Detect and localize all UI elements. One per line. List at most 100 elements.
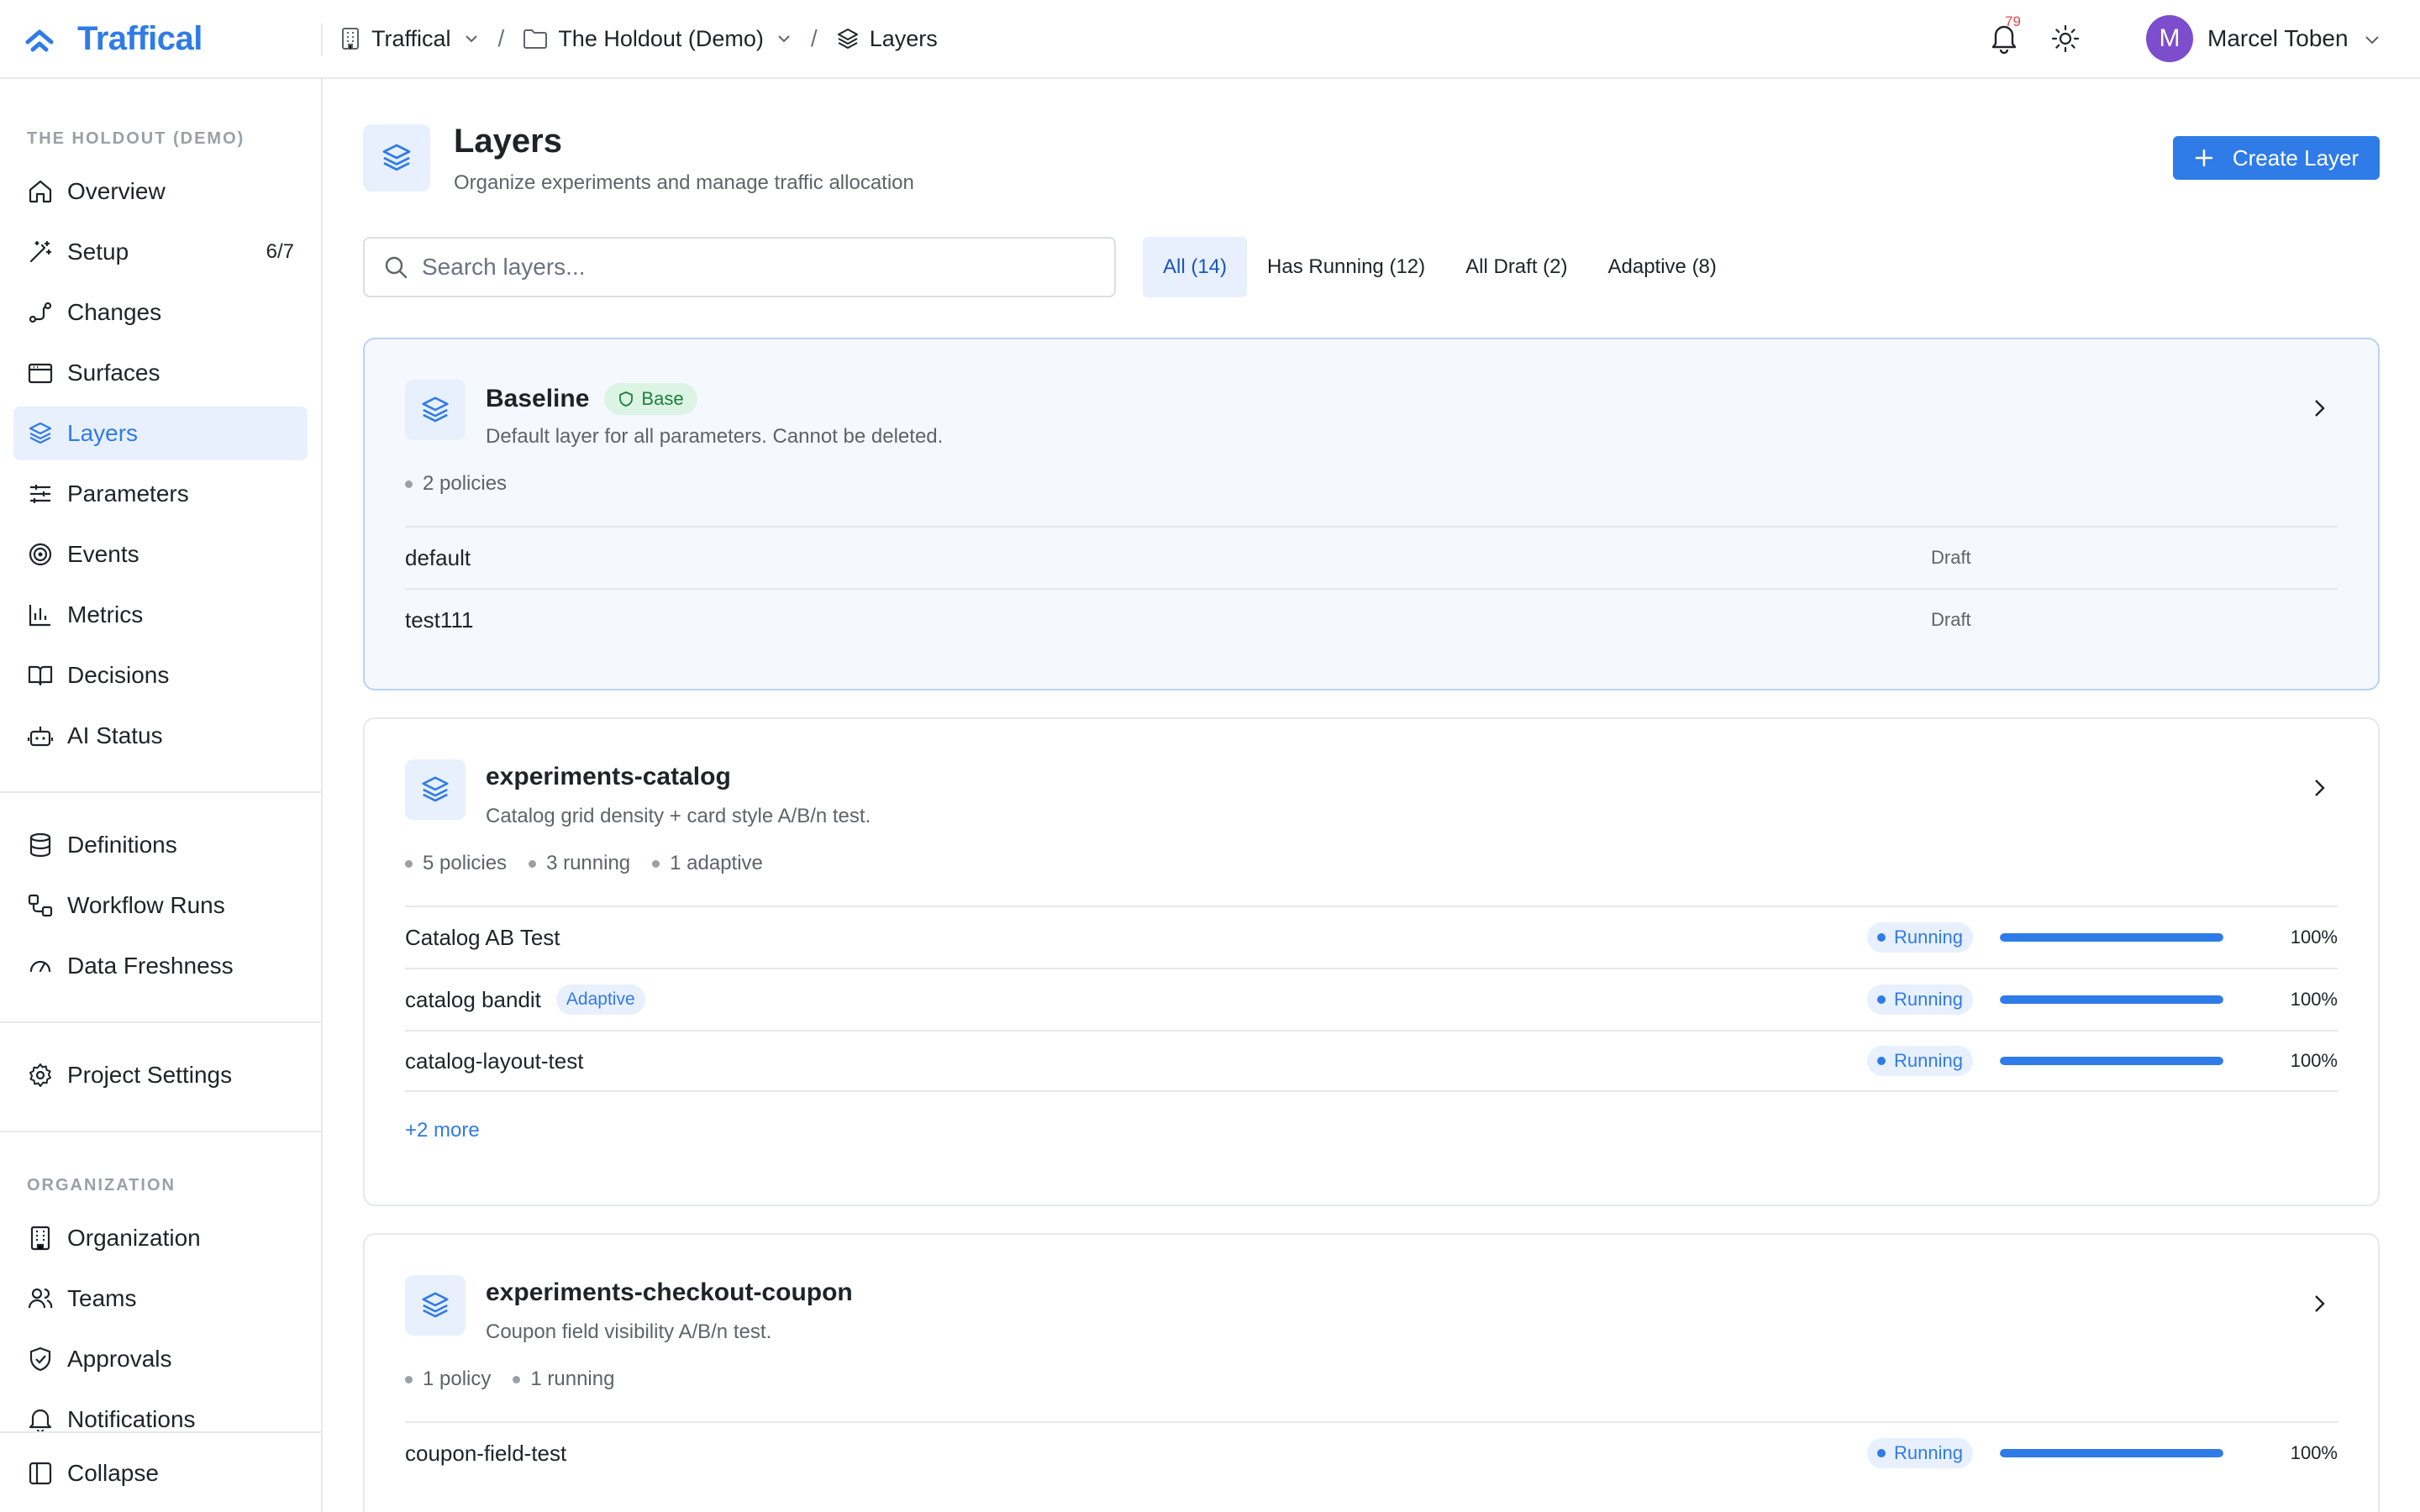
building-icon [30, 1226, 50, 1251]
sidebar-item-label: Teams [67, 1285, 137, 1311]
sidebar-item-label: Project Settings [67, 1062, 233, 1088]
stat-adaptive: 1 adaptive [652, 852, 763, 875]
avatar[interactable]: M [2146, 15, 2193, 62]
filter-has-running[interactable]: Has Running (12) [1247, 237, 1445, 297]
sidebar-item-label: Definitions [67, 832, 177, 858]
sidebar-item-ai-status[interactable]: AI Status [13, 709, 308, 763]
policy-name: coupon-field-test [405, 1440, 567, 1466]
sidebar-item-events[interactable]: Events [13, 528, 308, 581]
layers-icon [422, 1292, 449, 1318]
sidebar: THE HOLDOUT (DEMO) Overview Setup 6/7 Ch… [0, 79, 323, 1512]
policy-row[interactable]: default Draft [405, 526, 2338, 588]
search-box [363, 237, 1116, 297]
adaptive-badge: Adaptive [555, 984, 645, 1015]
policy-name: Catalog AB Test [405, 924, 560, 950]
sidebar-item-definitions[interactable]: Definitions [13, 818, 308, 872]
chevron-right-icon[interactable] [2307, 776, 2331, 800]
allocation-percent: 100% [2290, 1050, 2338, 1071]
workflow-icon [28, 894, 53, 917]
filter-tabs: All (14) Has Running (12) All Draft (2) … [1143, 237, 1737, 297]
sidebar-item-teams[interactable]: Teams [13, 1272, 308, 1326]
top-bar: Traffical Traffical / The Holdout (Demo)… [0, 0, 2420, 79]
chevron-down-icon[interactable] [2363, 30, 2381, 49]
sidebar-item-label: AI Status [67, 722, 163, 748]
target-icon [29, 543, 52, 566]
logo-icon [25, 29, 54, 51]
layer-card-experiments-checkout-coupon[interactable]: experiments-checkout-coupon Coupon field… [363, 1233, 2380, 1512]
user-name[interactable]: Marcel Toben [2207, 25, 2349, 52]
theme-toggle-button[interactable] [2050, 24, 2081, 54]
sidebar-item-surfaces[interactable]: Surfaces [13, 346, 308, 400]
breadcrumb-org[interactable]: Traffical [339, 26, 480, 52]
sidebar-item-label: Surfaces [67, 360, 160, 386]
app-logo[interactable]: Traffical [25, 20, 203, 58]
search-icon [385, 256, 408, 279]
sidebar-item-metrics[interactable]: Metrics [13, 588, 308, 642]
changes-icon [29, 302, 52, 323]
sidebar-item-workflow-runs[interactable]: Workflow Runs [13, 879, 308, 932]
status-badge: Running [1867, 984, 1973, 1015]
policy-list: Catalog AB Test Running 100% catalog ban… [405, 906, 2338, 1092]
filter-all[interactable]: All (14) [1143, 237, 1248, 297]
layer-name: experiments-checkout-coupon [486, 1278, 853, 1306]
allocation-percent: 100% [2290, 1442, 2338, 1463]
layer-card-baseline[interactable]: Baseline Base Default layer for all para… [363, 338, 2380, 690]
sidebar-item-parameters[interactable]: Parameters [13, 467, 308, 521]
allocation-bar-fill [2000, 995, 2223, 1004]
bot-icon [27, 727, 54, 747]
layers-icon [837, 29, 858, 49]
breadcrumb-project[interactable]: The Holdout (Demo) [523, 26, 792, 52]
layer-icon-box [405, 1275, 466, 1336]
allocation-bar [2000, 1057, 2223, 1065]
home-icon [29, 180, 52, 203]
sidebar-item-setup[interactable]: Setup 6/7 [13, 225, 308, 279]
breadcrumb-separator: / [810, 25, 818, 51]
sidebar-item-changes[interactable]: Changes [13, 286, 308, 339]
allocation-bar-fill [2000, 1057, 2223, 1065]
layer-description: Catalog grid density + card style A/B/n … [486, 805, 871, 827]
sidebar-item-label: Changes [67, 299, 162, 325]
filter-adaptive[interactable]: Adaptive (8) [1588, 237, 1737, 297]
allocation-bar-fill [2000, 933, 2223, 942]
notification-count-badge: 79 [2005, 13, 2021, 29]
allocation-bar-fill [2000, 1449, 2223, 1457]
policy-row[interactable]: Catalog AB Test Running 100% [405, 906, 2338, 968]
sidebar-item-layers[interactable]: Layers [13, 407, 308, 460]
layer-card-experiments-catalog[interactable]: experiments-catalog Catalog grid density… [363, 717, 2380, 1206]
breadcrumb-current-label: Layers [869, 25, 938, 51]
policy-row[interactable]: test111 Draft [405, 588, 2338, 650]
show-more-link[interactable]: +2 more [405, 1119, 480, 1142]
database-icon [29, 832, 51, 858]
policy-row[interactable]: catalog-layout-test Running 100% [405, 1030, 2338, 1092]
filter-all-draft[interactable]: All Draft (2) [1445, 237, 1587, 297]
status-badge: Running [1867, 1438, 1973, 1468]
building-icon [342, 28, 359, 50]
sidebar-item-data-freshness[interactable]: Data Freshness [13, 939, 308, 993]
setup-progress-count: 6/7 [266, 240, 294, 263]
sidebar-item-overview[interactable]: Overview [13, 165, 308, 218]
sidebar-item-project-settings[interactable]: Project Settings [13, 1048, 308, 1102]
policy-name: default [405, 544, 471, 570]
create-layer-button[interactable]: Create Layer [2173, 136, 2380, 180]
collapse-sidebar-button[interactable]: Collapse [13, 1446, 308, 1500]
search-input[interactable] [422, 254, 1077, 281]
bell-icon [29, 1409, 52, 1433]
chevron-right-icon[interactable] [2307, 1292, 2331, 1315]
base-badge-label: Base [641, 388, 684, 409]
policy-row[interactable]: coupon-field-test Running 100% [405, 1421, 2338, 1483]
sidebar-item-label: Notifications [67, 1406, 196, 1432]
sidebar-item-decisions[interactable]: Decisions [13, 648, 308, 702]
page-subtitle: Organize experiments and manage traffic … [454, 171, 914, 194]
sidebar-item-organization[interactable]: Organization [13, 1211, 308, 1265]
chevron-right-icon[interactable] [2307, 396, 2331, 420]
policy-row[interactable]: catalog bandit Adaptive Running 100% [405, 968, 2338, 1030]
layer-title: experiments-catalog [486, 763, 731, 791]
plus-icon [2195, 149, 2213, 167]
sidebar-item-approvals[interactable]: Approvals [13, 1332, 308, 1386]
stat-running: 1 running [513, 1368, 614, 1391]
users-icon [28, 1288, 53, 1309]
folder-icon [523, 29, 548, 49]
layer-description: Default layer for all parameters. Cannot… [486, 425, 944, 448]
sidebar-item-label: Parameters [67, 480, 189, 507]
sidebar-divider [0, 1021, 321, 1023]
